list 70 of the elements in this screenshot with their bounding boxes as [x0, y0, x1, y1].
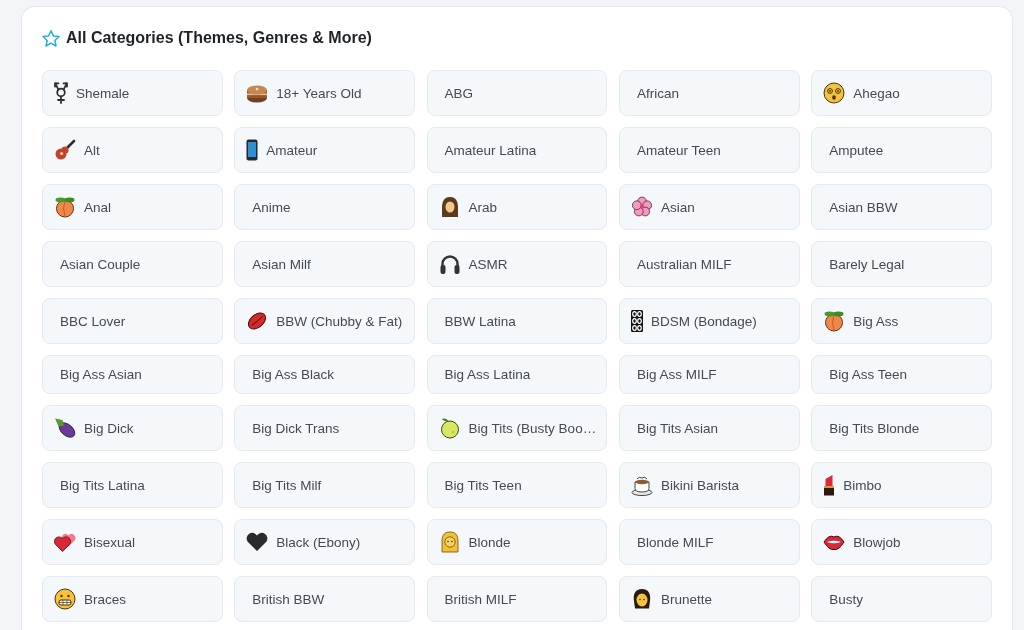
guitar-icon [54, 139, 76, 161]
lips-icon [246, 310, 269, 332]
category-button[interactable]: Big Tits (Busty Boo… [426, 405, 608, 451]
category-button[interactable]: Anime [234, 184, 416, 230]
category-button[interactable]: Amputee [811, 127, 992, 173]
category-button[interactable]: ASMR [426, 241, 608, 287]
category-button[interactable]: Anal [42, 184, 223, 230]
chain-icon [630, 310, 643, 332]
headphones-icon [438, 253, 461, 275]
category-button[interactable]: Big Tits Blonde [811, 405, 992, 451]
category-button[interactable]: BBW (Chubby & Fat) [234, 298, 416, 344]
category-button[interactable]: Amateur Latina [426, 127, 608, 173]
category-button[interactable]: Blowjob [811, 519, 992, 565]
category-button[interactable]: Barely Legal [811, 241, 992, 287]
category-button[interactable]: Ahegao [811, 70, 992, 116]
category-button[interactable]: Bisexual [42, 519, 223, 565]
peach-icon [54, 196, 76, 218]
category-button[interactable]: Busty [811, 576, 992, 622]
lipstick-icon [823, 474, 836, 496]
category-button[interactable]: Big Dick Trans [234, 405, 416, 451]
category-button[interactable]: Brunette [618, 576, 800, 622]
category-button[interactable]: Asian Couple [42, 241, 223, 287]
category-button[interactable]: Amateur Teen [618, 127, 800, 173]
category-button[interactable]: Big Ass Teen [811, 355, 992, 394]
category-button[interactable]: Shemale [42, 70, 223, 116]
category-button[interactable]: Big Tits Latina [42, 462, 223, 508]
phone-icon [246, 139, 259, 161]
category-button[interactable]: 18+ Years Old [234, 70, 416, 116]
category-button[interactable]: Big Ass Black [234, 355, 416, 394]
long-hair-person-icon [438, 531, 461, 553]
category-button[interactable]: Big Ass Latina [426, 355, 608, 394]
grimace-face-icon [54, 588, 76, 610]
category-button[interactable]: Arab [426, 184, 608, 230]
section-title: All Categories (Themes, Genres & More) [66, 28, 372, 48]
category-button[interactable]: Blonde MILF [618, 519, 800, 565]
category-button[interactable]: British BBW [234, 576, 416, 622]
heart-icon [246, 531, 269, 553]
gender-symbol-icon [54, 82, 68, 104]
dizzy-face-icon [823, 82, 846, 104]
category-button[interactable]: Big Ass [811, 298, 992, 344]
category-button[interactable]: Bimbo [811, 462, 992, 508]
category-button[interactable]: Bikini Barista [618, 462, 800, 508]
category-button[interactable]: Big Tits Teen [426, 462, 608, 508]
category-button[interactable]: BBW Latina [426, 298, 608, 344]
category-button[interactable]: Alt [42, 127, 223, 173]
category-button[interactable]: Big Tits Milf [234, 462, 416, 508]
category-button[interactable]: BDSM (Bondage) [618, 298, 800, 344]
flower-icon [630, 196, 653, 218]
category-button[interactable]: Asian BBW [811, 184, 992, 230]
category-button[interactable]: Big Dick [42, 405, 223, 451]
category-button[interactable]: ABG [426, 70, 608, 116]
category-button[interactable]: BBC Lover [42, 298, 223, 344]
category-button[interactable]: Australian MILF [618, 241, 800, 287]
category-button[interactable]: Braces [42, 576, 223, 622]
category-button[interactable]: Big Ass Asian [42, 355, 223, 394]
star-icon [42, 29, 60, 47]
category-button[interactable]: Asian Milf [234, 241, 416, 287]
eggplant-icon [54, 417, 76, 439]
category-button[interactable]: Big Tits Asian [618, 405, 800, 451]
peach-icon [823, 310, 846, 332]
category-button[interactable]: Amateur [234, 127, 416, 173]
category-button[interactable]: British MILF [426, 576, 608, 622]
two-hearts-icon [54, 531, 76, 553]
coffee-cup-icon [630, 474, 653, 496]
category-button[interactable]: Big Ass MILF [618, 355, 800, 394]
category-button[interactable]: Blonde [426, 519, 608, 565]
category-button[interactable]: Black (Ebony) [234, 519, 416, 565]
lemon-icon [438, 417, 461, 439]
category-button[interactable]: Asian [618, 184, 800, 230]
category-button[interactable]: African [618, 70, 800, 116]
